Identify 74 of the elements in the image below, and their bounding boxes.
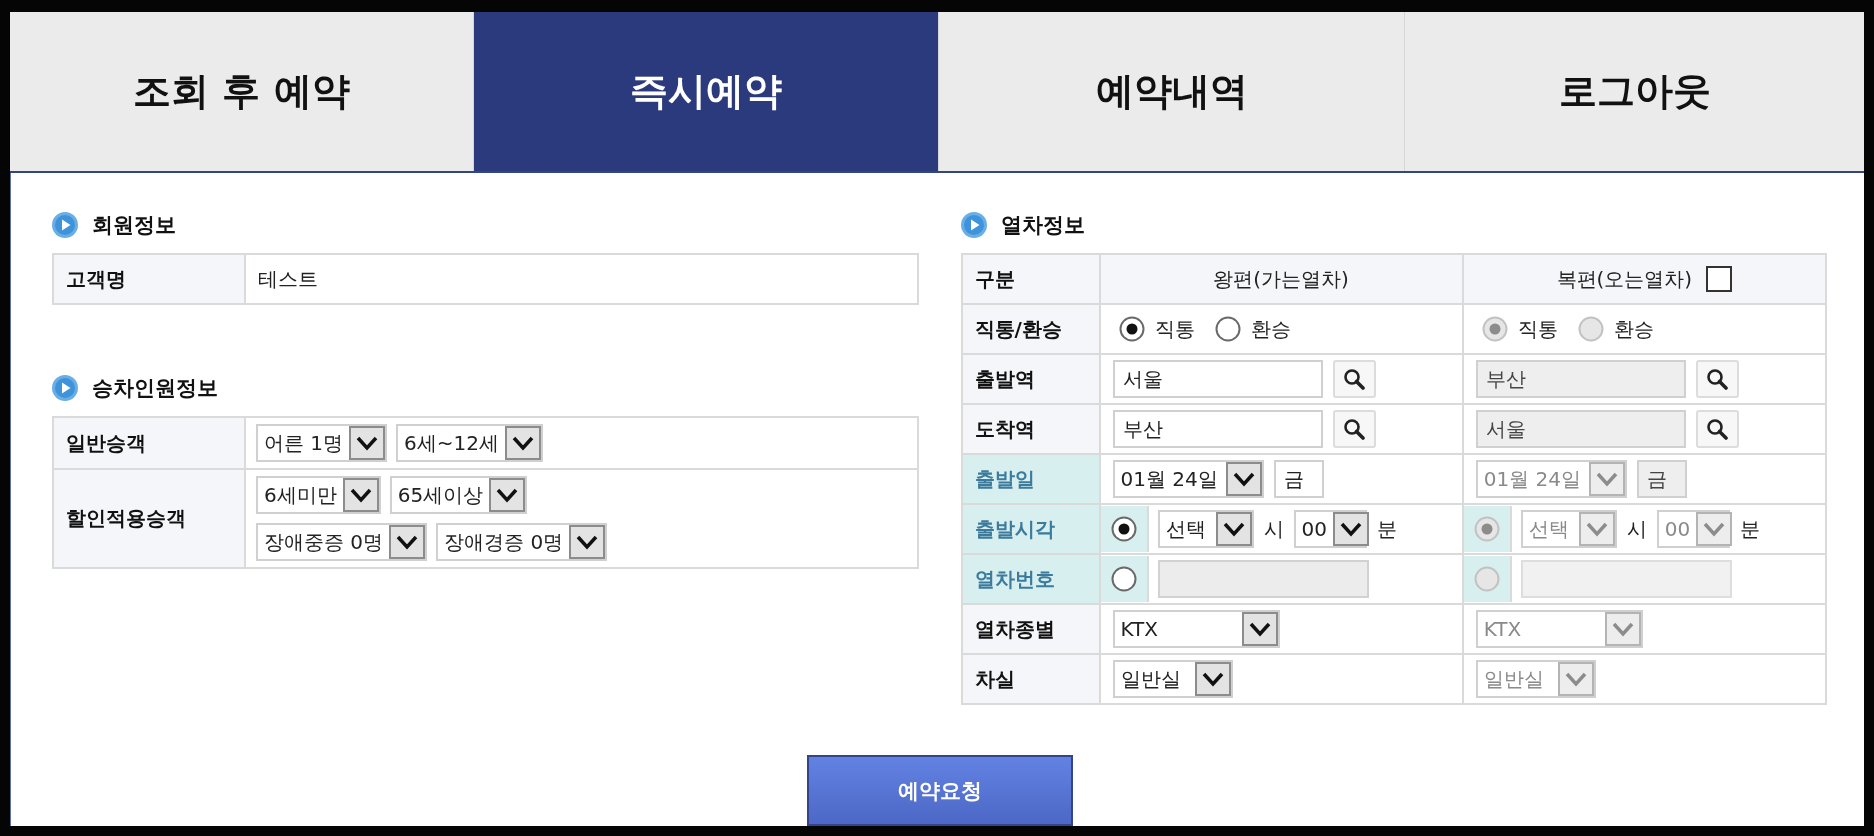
row-label: 할인적용승객 [53,469,245,568]
triangle-bullet-icon [52,212,78,238]
train-number-field[interactable] [1157,560,1369,598]
column-title: 왕편(가는열차) [1213,265,1349,293]
dropdown[interactable]: 일반실 [1112,660,1233,698]
chevron-down-icon [1241,612,1278,646]
radio-button[interactable] [1118,316,1145,342]
dropdown[interactable]: 01월 24일 [1112,460,1264,498]
chevron-down-icon [1578,512,1615,546]
reserve-request-button[interactable]: 예약요청 [806,755,1073,826]
dropdown[interactable]: 장애중증 0명 [256,523,428,561]
dropdown[interactable]: 어른 1명 [256,424,388,462]
unit-label: 분 [1739,515,1760,543]
dropdown[interactable]: 장애경증 0명 [436,523,608,561]
search-icon [1343,418,1365,440]
chevron-down-icon [569,525,606,559]
chevron-down-icon [1604,612,1641,646]
unit-label: 분 [1376,515,1397,543]
chevron-down-icon [349,426,386,460]
table-cell: 테스트 [245,254,918,304]
radio-label: 환승 [1250,315,1291,343]
unit-label: 시 [1626,515,1647,543]
section-title: 회원정보 [92,212,176,239]
dropdown[interactable]: 6세미만 [256,476,381,514]
radio-label: 환승 [1613,315,1654,343]
row-label: 일반승객 [53,417,245,469]
chevron-down-icon [1332,512,1369,546]
dropdown[interactable]: KTX [1112,610,1280,648]
search-icon [1343,368,1365,390]
station-field[interactable]: 서울 [1112,360,1323,398]
chevron-down-icon [489,478,526,512]
chevron-down-icon [1696,512,1733,546]
row-label: 차실 [961,654,1100,704]
row-label: 도착역 [961,404,1100,454]
section-title: 열차정보 [1000,212,1085,239]
weekday-field[interactable]: 금 [1273,460,1324,498]
search-button[interactable] [1332,360,1376,398]
unit-label: 시 [1263,515,1284,543]
radio-button[interactable] [1110,516,1137,542]
row-label: 출발일 [961,454,1100,504]
chevron-down-icon [1194,662,1231,696]
radio-button[interactable] [1214,316,1241,342]
section-title: 승차인원정보 [92,375,218,402]
chevron-down-icon [1215,512,1252,546]
column-title: 복편(오는열차) [1556,265,1693,293]
chevron-down-icon [342,478,379,512]
chevron-down-icon [505,426,542,460]
dropdown[interactable]: 6세~12세 [396,424,544,462]
radio-label: 직통 [1154,315,1195,343]
chevron-down-icon [389,525,426,559]
dropdown[interactable]: 00 [1293,510,1367,548]
row-label: 출발역 [961,354,1100,404]
search-button[interactable] [1695,410,1739,448]
search-button[interactable] [1332,410,1376,448]
search-icon [1706,368,1729,390]
row-label: 출발시각 [961,504,1100,554]
station-field[interactable]: 부산 [1112,410,1323,448]
dropdown[interactable]: 선택 [1157,510,1254,548]
dropdown[interactable]: 65세이상 [389,476,528,514]
row-label: 고객명 [53,254,245,304]
triangle-bullet-icon [52,375,78,401]
chevron-down-icon [1557,662,1594,696]
radio-button[interactable] [1110,566,1137,592]
chevron-down-icon [1588,462,1625,496]
radio-label: 직통 [1517,315,1558,343]
row-label: 열차종별 [961,604,1100,654]
triangle-bullet-icon [960,212,987,238]
row-label: 열차번호 [961,554,1100,604]
search-button[interactable] [1695,360,1739,398]
row-label: 구분 [961,254,1100,304]
chevron-down-icon [1225,462,1262,496]
row-label: 직통/환승 [961,304,1100,354]
nav-tab[interactable]: 즉시예약 [474,12,939,171]
search-icon [1706,418,1729,440]
